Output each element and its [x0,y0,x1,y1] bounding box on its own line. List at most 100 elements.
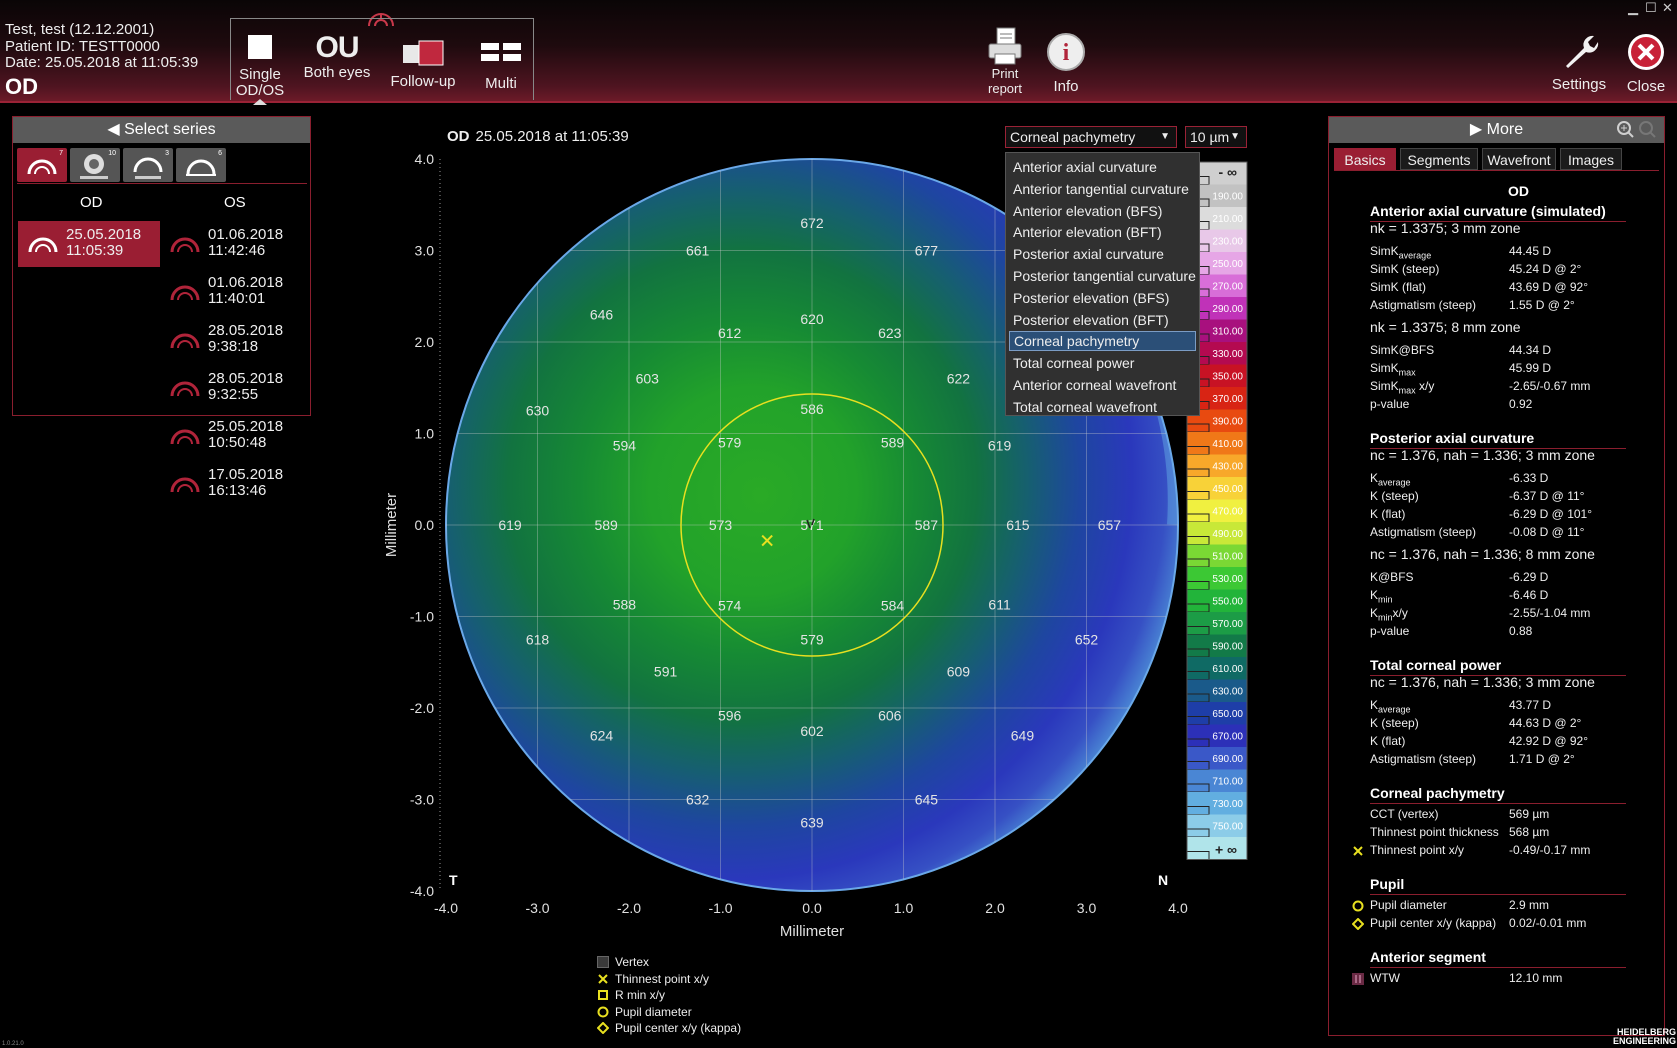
metric-value: -2.55/-1.04 mm [1509,606,1591,620]
metric-label: p-value [1370,624,1409,638]
thickness-value: 632 [686,792,710,808]
option-anterior-elevation-bft[interactable]: Anterior elevation (BFT) [1006,222,1199,242]
thickness-value: 619 [988,437,1012,453]
thickness-value: 611 [988,597,1011,613]
metric-name: p-value [1370,397,1410,411]
option-total-corneal-power[interactable]: Total corneal power [1006,353,1199,373]
thickness-value: 620 [800,311,824,327]
scale-label: 250.00 [1212,259,1243,270]
metric-subscript: min [1378,594,1393,605]
map-type-dropdown[interactable]: Corneal pachymetry ▼ [1005,126,1177,148]
zone-subheading: nc = 1.376, nah = 1.336; 3 mm zone [1370,447,1595,463]
eye-scan-icon [170,237,200,253]
metric-subscript: average [1378,477,1411,488]
legend-item: Vertex [597,955,649,971]
tab-wavefront[interactable]: Wavefront [1482,148,1556,170]
thickness-value: 623 [878,325,902,341]
series-item-os-4[interactable]: 25.05.2018 10:50:48 [160,413,302,459]
more-header[interactable]: ▶ More [1329,117,1664,143]
series-time: 16:13:46 [208,482,267,499]
option-anterior-axial-curvature[interactable]: Anterior axial curvature [1006,157,1199,177]
metric-label: Kaverage [1370,698,1411,714]
metric-label: K (steep) [1370,489,1419,503]
metric-label: Astigmatism (steep) [1370,298,1476,312]
option-posterior-elevation-bfs[interactable]: Posterior elevation (BFS) [1006,288,1199,308]
metric-label: WTW [1370,971,1400,985]
option-anterior-tangential-curvature[interactable]: Anterior tangential curvature [1006,179,1199,199]
metric-label: SimK (steep) [1370,262,1439,276]
map-type-value: Corneal pachymetry [1010,129,1136,145]
thickness-value: 579 [718,435,742,451]
metric-name: K (steep) [1370,489,1419,503]
metric-name: WTW [1370,971,1400,985]
map-type-options: Anterior axial curvature Anterior tangent… [1005,152,1200,416]
scale-label: 210.00 [1212,214,1243,225]
y-tick-label: -4.0 [410,883,434,899]
option-anterior-corneal-wavefront[interactable]: Anterior corneal wavefront [1006,375,1199,395]
tab-segments[interactable]: Segments [1400,148,1478,170]
option-corneal-pachymetry[interactable]: Corneal pachymetry [1009,331,1196,352]
legend-label: Thinnest point x/y [615,971,710,986]
metric-suffix: x/y [1415,379,1435,393]
metric-value: -2.65/-0.67 mm [1509,379,1591,393]
thickness-value: 630 [526,403,550,419]
series-text: 17.05.2018 16:13:46 [208,467,283,499]
nasal-label: N [1158,872,1168,888]
series-item-os-0[interactable]: 01.06.2018 11:42:46 [160,221,302,267]
section-divider [1370,894,1626,895]
metric-value: -0.49/-0.17 mm [1509,843,1591,857]
scale-label: 290.00 [1212,304,1243,315]
square-marker-icon [598,990,608,1000]
diamond-marker-icon [597,1022,609,1034]
tab-images[interactable]: Images [1560,148,1622,170]
series-date: 25.05.2018 [208,418,284,435]
scale-label: 510.00 [1212,552,1243,563]
thickness-value: 589 [881,435,905,451]
scale-label: 450.00 [1212,484,1243,495]
zoom-icons[interactable] [1616,120,1658,140]
metric-label: Thinnest point x/y [1370,843,1464,857]
thickness-value: 657 [1098,517,1122,533]
app-window: Test, test (12.12.2001) Patient ID: TEST… [0,0,1677,1048]
metric-label: Pupil center x/y (kappa) [1370,916,1496,930]
thickness-value: 645 [915,792,939,808]
metric-label: SimK (flat) [1370,280,1426,294]
thickness-value: 594 [613,437,637,453]
thickness-value: 661 [686,243,710,259]
option-total-corneal-wavefront[interactable]: Total corneal wavefront [1006,397,1199,417]
y-tick-label: 4.0 [415,151,435,167]
series-item-os-3[interactable]: 28.05.2018 9:32:55 [160,365,302,411]
series-item-os-5[interactable]: 17.05.2018 16:13:46 [160,461,302,507]
section-heading: Posterior axial curvature [1370,430,1535,446]
more-title: More [1486,121,1524,138]
option-posterior-elevation-bft[interactable]: Posterior elevation (BFT) [1006,310,1199,330]
series-date: 01.06.2018 [208,226,284,243]
metric-label: Astigmatism (steep) [1370,525,1476,539]
metric-label: K (flat) [1370,734,1405,748]
x-tick-label: 0.0 [802,900,822,916]
vertex-icon [597,956,609,968]
series-item-os-1[interactable]: 01.06.2018 11:40:01 [160,269,302,315]
metric-value: -6.29 D @ 101° [1509,507,1593,521]
thickness-value: 591 [654,663,678,679]
metric-subscript: average [1378,704,1411,715]
tab-basics[interactable]: Basics [1334,148,1396,170]
series-time: 11:42:46 [208,242,266,259]
metric-name: SimK (steep) [1370,262,1440,276]
option-posterior-tangential-curvature[interactable]: Posterior tangential curvature [1006,266,1199,286]
step-dropdown[interactable]: 10 µm ▼ [1185,126,1247,148]
option-anterior-elevation-bfs[interactable]: Anterior elevation (BFS) [1006,201,1199,221]
scale-label: 670.00 [1212,732,1243,743]
metric-suffix: x/y [1392,606,1408,620]
metric-subscript: min [1378,612,1393,623]
scale-label: 430.00 [1212,462,1243,473]
metric-value: 12.10 mm [1509,971,1563,985]
metric-value: -6.37 D @ 11° [1509,489,1585,503]
series-item-os-2[interactable]: 28.05.2018 9:38:18 [160,317,302,363]
metric-label: Kaverage [1370,471,1411,487]
scale-label: 390.00 [1212,417,1243,428]
metric-name: SimK [1370,244,1399,258]
thickness-value: 602 [800,723,824,739]
details-eye: OD [1508,183,1529,199]
option-posterior-axial-curvature[interactable]: Posterior axial curvature [1006,244,1199,264]
